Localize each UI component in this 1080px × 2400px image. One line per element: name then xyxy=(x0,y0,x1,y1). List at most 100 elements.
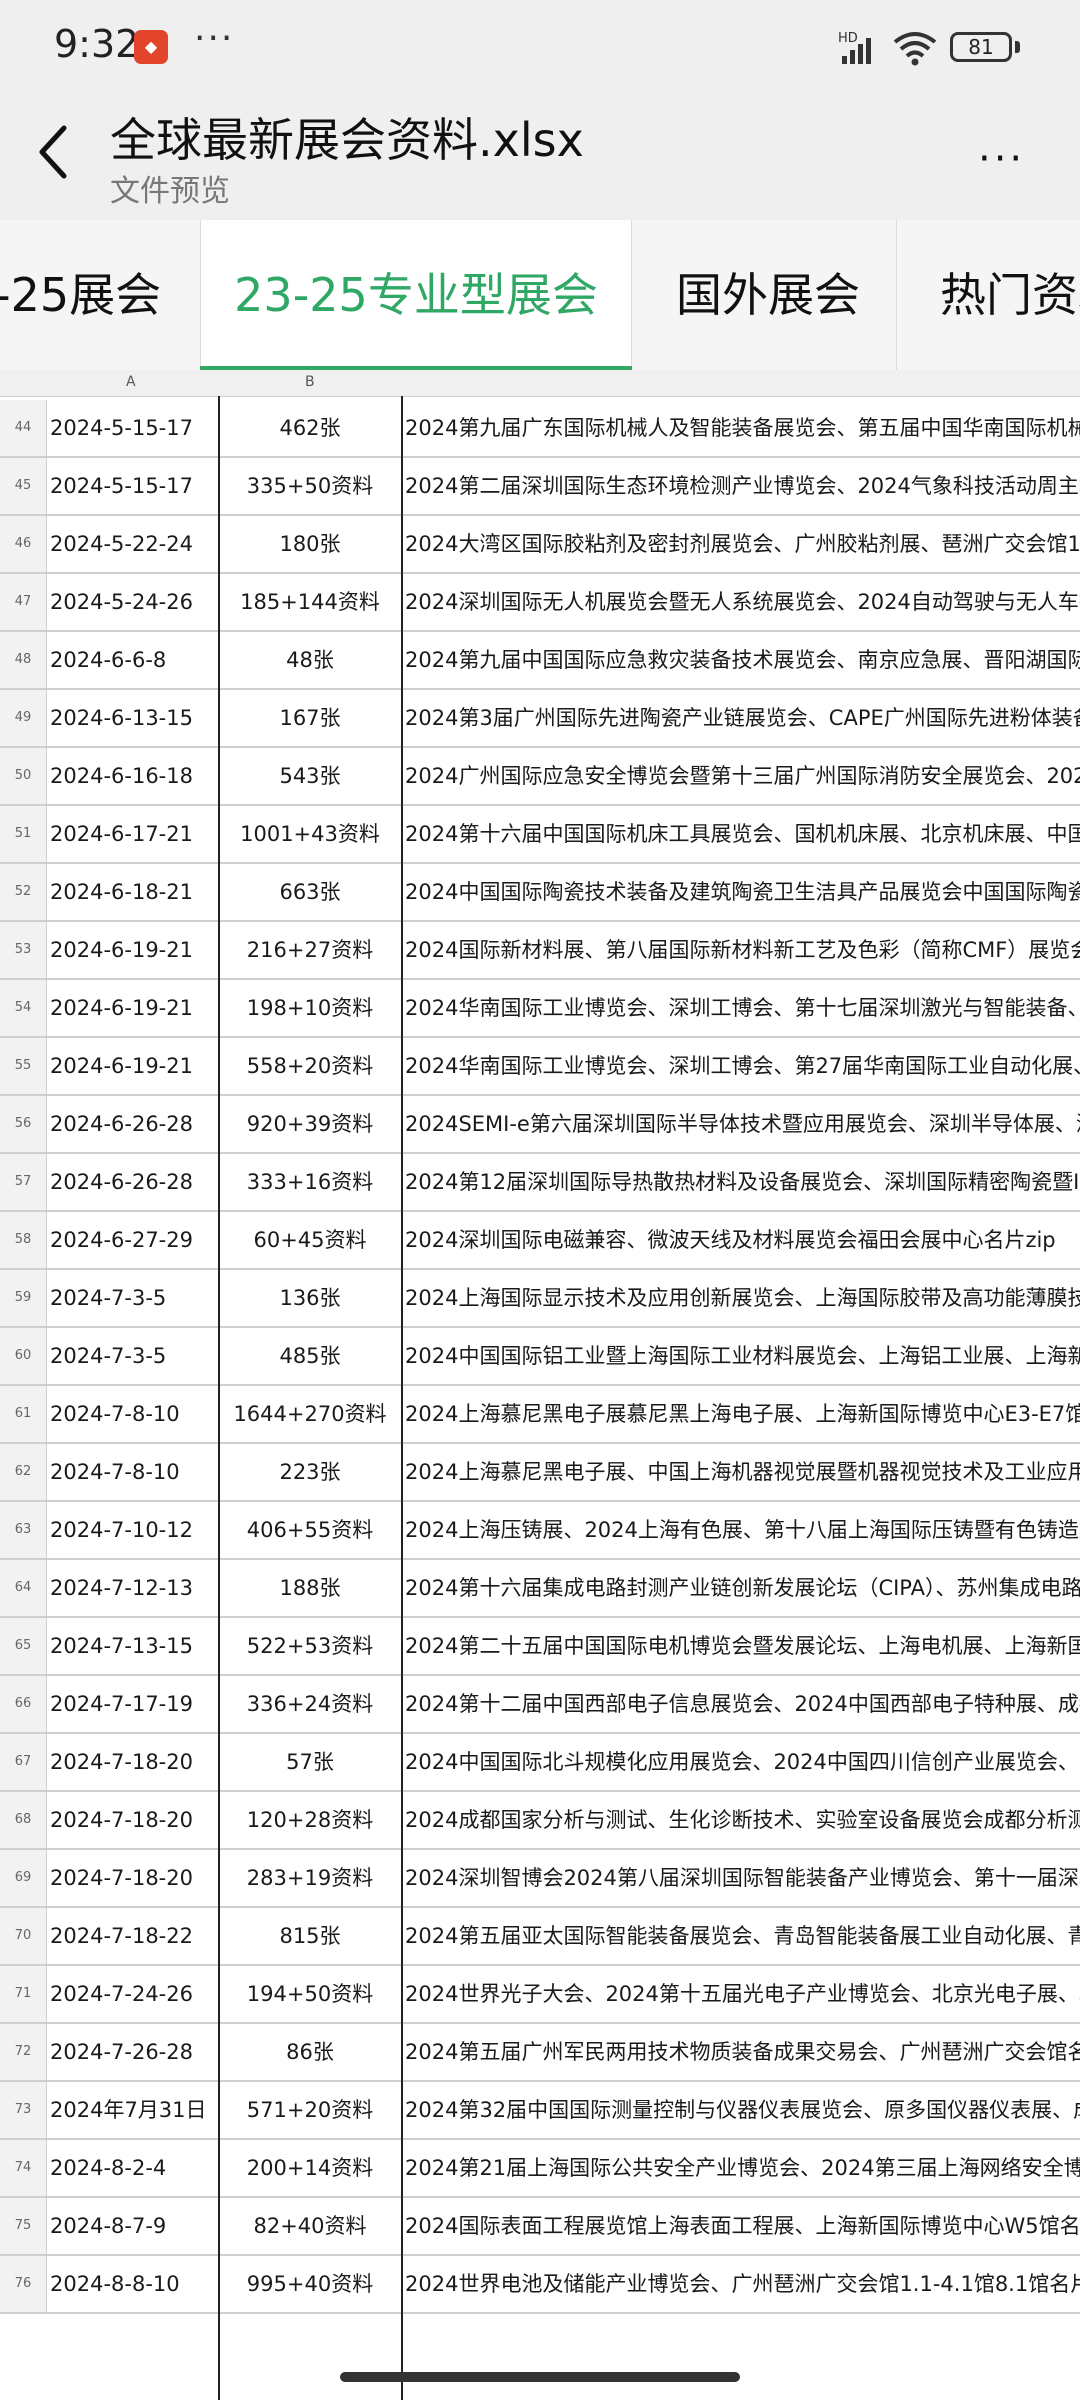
cell-description[interactable]: 2024国际表面工程展览馆上海表面工程展、上海新国际博览中心W5馆名片zi xyxy=(405,2198,1080,2254)
cell-description[interactable]: 2024中国国际铝工业暨上海国际工业材料展览会、上海铝工业展、上海新国际 xyxy=(405,1328,1080,1384)
table-row[interactable]: 46 2024-5-22-24 180张 2024大湾区国际胶粘剂及密封剂展览会、广州… xyxy=(0,516,1080,574)
cell-date[interactable]: 2024-6-27-29 xyxy=(50,1212,218,1268)
cell-date[interactable]: 2024-8-8-10 xyxy=(50,2256,218,2312)
cell-description[interactable]: 2024世界光子大会、2024第十五届光电子产业博览会、北京光电子展、北京 xyxy=(405,1966,1080,2022)
table-row[interactable]: 60 2024-7-3-5 485张 2024中国国际铝工业暨上海国际工业材料展览会、… xyxy=(0,1328,1080,1386)
cell-count[interactable]: 216+27资料 xyxy=(220,922,400,978)
table-row[interactable]: 55 2024-6-19-21 558+20资料 2024华南国际工业博览会、深圳工博… xyxy=(0,1038,1080,1096)
cell-description[interactable]: 2024第五届广州军民两用技术物质装备成果交易会、广州琶洲广交会馆名片zi xyxy=(405,2024,1080,2080)
table-row[interactable]: 45 2024-5-15-17 335+50资料 2024第二届深圳国际生态环境检测产… xyxy=(0,458,1080,516)
cell-count[interactable]: 167张 xyxy=(220,690,400,746)
table-row[interactable]: 64 2024-7-12-13 188张 2024第十六届集成电路封测产业链创新发展论… xyxy=(0,1560,1080,1618)
table-row[interactable]: 70 2024-7-18-22 815张 2024第五届亚太国际智能装备展览会、青岛智… xyxy=(0,1908,1080,1966)
cell-description[interactable]: 2024华南国际工业博览会、深圳工博会、第27届华南国际工业自动化展、华南 xyxy=(405,1038,1080,1094)
tab-sheet-2-active[interactable]: 23-25专业型展会 xyxy=(200,220,632,370)
cell-description[interactable]: 2024华南国际工业博览会、深圳工博会、第十七届深圳激光与智能装备、光子 xyxy=(405,980,1080,1036)
cell-count[interactable]: 995+40资料 xyxy=(220,2256,400,2312)
cell-date[interactable]: 2024-6-13-15 xyxy=(50,690,218,746)
table-row[interactable]: 75 2024-8-7-9 82+40资料 2024国际表面工程展览馆上海表面工程展、… xyxy=(0,2198,1080,2256)
cell-description[interactable]: 2024深圳国际无人机展览会暨无人系统展览会、2024自动驾驶与无人车技术 xyxy=(405,574,1080,630)
cell-date[interactable]: 2024-6-18-21 xyxy=(50,864,218,920)
back-arrow-icon[interactable] xyxy=(32,122,76,182)
table-row[interactable]: 56 2024-6-26-28 920+39资料 2024SEMI-e第六届深圳国际半… xyxy=(0,1096,1080,1154)
cell-description[interactable]: 2024国际新材料展、第八届国际新材料新工艺及色彩（简称CMF）展览会暨 xyxy=(405,922,1080,978)
cell-count[interactable]: 60+45资料 xyxy=(220,1212,400,1268)
cell-count[interactable]: 198+10资料 xyxy=(220,980,400,1036)
cell-description[interactable]: 2024第二十五届中国国际电机博览会暨发展论坛、上海电机展、上海新国际博 xyxy=(405,1618,1080,1674)
cell-count[interactable]: 333+16资料 xyxy=(220,1154,400,1210)
cell-count[interactable]: 120+28资料 xyxy=(220,1792,400,1848)
cell-count[interactable]: 223张 xyxy=(220,1444,400,1500)
cell-date[interactable]: 2024-7-13-15 xyxy=(50,1618,218,1674)
cell-count[interactable]: 86张 xyxy=(220,2024,400,2080)
cell-description[interactable]: 2024第12届深圳国际导热散热材料及设备展览会、深圳国际精密陶瓷暨IGBT xyxy=(405,1154,1080,1210)
cell-description[interactable]: 2024中国国际陶瓷技术装备及建筑陶瓷卫生洁具产品展览会中国国际陶瓷工业 xyxy=(405,864,1080,920)
table-row[interactable]: 73 2024年7月31日 571+20资料 2024第32届中国国际测量控制与仪器仪… xyxy=(0,2082,1080,2140)
table-row[interactable]: 71 2024-7-24-26 194+50资料 2024世界光子大会、2024第十五… xyxy=(0,1966,1080,2024)
cell-date[interactable]: 2024-7-3-5 xyxy=(50,1270,218,1326)
cell-count[interactable]: 1001+43资料 xyxy=(220,806,400,862)
cell-date[interactable]: 2024-5-15-17 xyxy=(50,458,218,514)
table-row[interactable]: 68 2024-7-18-20 120+28资料 2024成都国家分析与测试、生化诊断… xyxy=(0,1792,1080,1850)
table-row[interactable]: 52 2024-6-18-21 663张 2024中国国际陶瓷技术装备及建筑陶瓷卫生洁… xyxy=(0,864,1080,922)
table-row[interactable]: 58 2024-6-27-29 60+45资料 2024深圳国际电磁兼容、微波天线及材… xyxy=(0,1212,1080,1270)
table-row[interactable]: 47 2024-5-24-26 185+144资料 2024深圳国际无人机展览会暨无人… xyxy=(0,574,1080,632)
cell-description[interactable]: 2024大湾区国际胶粘剂及密封剂展览会、广州胶粘剂展、琶洲广交会馆19.1馆 xyxy=(405,516,1080,572)
cell-description[interactable]: 2024第十二届中国西部电子信息展览会、2024中国西部电子特种展、成都电 xyxy=(405,1676,1080,1732)
cell-date[interactable]: 2024-7-10-12 xyxy=(50,1502,218,1558)
cell-date[interactable]: 2024-6-19-21 xyxy=(50,1038,218,1094)
cell-date[interactable]: 2024-6-26-28 xyxy=(50,1096,218,1152)
cell-date[interactable]: 2024-7-18-20 xyxy=(50,1734,218,1790)
table-row[interactable]: 65 2024-7-13-15 522+53资料 2024第二十五届中国国际电机博览会… xyxy=(0,1618,1080,1676)
cell-description[interactable]: 2024第九届中国国际应急救灾装备技术展览会、南京应急展、晋阳湖国际会议 xyxy=(405,632,1080,688)
cell-count[interactable]: 571+20资料 xyxy=(220,2082,400,2138)
table-row[interactable]: 44 2024-5-15-17 462张 2024第九届广东国际机械人及智能装备展览会… xyxy=(0,400,1080,458)
cell-count[interactable]: 522+53资料 xyxy=(220,1618,400,1674)
cell-date[interactable]: 2024-7-8-10 xyxy=(50,1386,218,1442)
cell-count[interactable]: 406+55资料 xyxy=(220,1502,400,1558)
cell-count[interactable]: 194+50资料 xyxy=(220,1966,400,2022)
cell-date[interactable]: 2024-7-18-20 xyxy=(50,1850,218,1906)
cell-count[interactable]: 48张 xyxy=(220,632,400,688)
cell-date[interactable]: 2024-7-24-26 xyxy=(50,1966,218,2022)
table-row[interactable]: 76 2024-8-8-10 995+40资料 2024世界电池及储能产业博览会、广州… xyxy=(0,2256,1080,2314)
cell-count[interactable]: 920+39资料 xyxy=(220,1096,400,1152)
cell-count[interactable]: 283+19资料 xyxy=(220,1850,400,1906)
table-row[interactable]: 69 2024-7-18-20 283+19资料 2024深圳智博会2024第八届深圳… xyxy=(0,1850,1080,1908)
table-row[interactable]: 53 2024-6-19-21 216+27资料 2024国际新材料展、第八届国际新材… xyxy=(0,922,1080,980)
table-row[interactable]: 51 2024-6-17-21 1001+43资料 2024第十六届中国国际机床工具展… xyxy=(0,806,1080,864)
home-indicator[interactable] xyxy=(340,2372,740,2382)
table-row[interactable]: 72 2024-7-26-28 86张 2024第五届广州军民两用技术物质装备成果交易… xyxy=(0,2024,1080,2082)
table-row[interactable]: 66 2024-7-17-19 336+24资料 2024第十二届中国西部电子信息展览… xyxy=(0,1676,1080,1734)
table-row[interactable]: 49 2024-6-13-15 167张 2024第3届广州国际先进陶瓷产业链展览会、… xyxy=(0,690,1080,748)
cell-description[interactable]: 2024上海国际显示技术及应用创新展览会、上海国际胶带及高功能薄膜技术展 xyxy=(405,1270,1080,1326)
table-row[interactable]: 50 2024-6-16-18 543张 2024广州国际应急安全博览会暨第十三届广州… xyxy=(0,748,1080,806)
cell-date[interactable]: 2024-8-7-9 xyxy=(50,2198,218,2254)
cell-description[interactable]: 2024成都国家分析与测试、生化诊断技术、实验室设备展览会成都分析测试展 xyxy=(405,1792,1080,1848)
cell-date[interactable]: 2024-5-22-24 xyxy=(50,516,218,572)
cell-count[interactable]: 1644+270资料 xyxy=(220,1386,400,1442)
cell-description[interactable]: 2024第九届广东国际机械人及智能装备展览会、第五届中国华南国际机械人与 xyxy=(405,400,1080,456)
cell-description[interactable]: 2024第二届深圳国际生态环境检测产业博览会、2024气象科技活动周主场活 xyxy=(405,458,1080,514)
table-row[interactable]: 74 2024-8-2-4 200+14资料 2024第21届上海国际公共安全产业博览… xyxy=(0,2140,1080,2198)
cell-description[interactable]: 2024第32届中国国际测量控制与仪器仪表展览会、原多国仪器仪表展、成都 xyxy=(405,2082,1080,2138)
table-row[interactable]: 59 2024-7-3-5 136张 2024上海国际显示技术及应用创新展览会、上海国… xyxy=(0,1270,1080,1328)
cell-count[interactable]: 558+20资料 xyxy=(220,1038,400,1094)
cell-date[interactable]: 2024-6-19-21 xyxy=(50,922,218,978)
cell-count[interactable]: 543张 xyxy=(220,748,400,804)
cell-description[interactable]: 2024上海慕尼黑电子展慕尼黑上海电子展、上海新国际博览中心E3-E7馆N4- xyxy=(405,1386,1080,1442)
cell-description[interactable]: 2024第21届上海国际公共安全产业博览会、2024第三届上海网络安全博览会 xyxy=(405,2140,1080,2196)
column-header-a[interactable]: A xyxy=(126,374,136,390)
cell-date[interactable]: 2024-6-26-28 xyxy=(50,1154,218,1210)
cell-count[interactable]: 663张 xyxy=(220,864,400,920)
cell-count[interactable]: 462张 xyxy=(220,400,400,456)
table-row[interactable]: 61 2024-7-8-10 1644+270资料 2024上海慕尼黑电子展慕尼黑上海… xyxy=(0,1386,1080,1444)
spreadsheet-grid[interactable]: 44 2024-5-15-17 462张 2024第九届广东国际机械人及智能装备展览会… xyxy=(0,396,1080,2400)
cell-date[interactable]: 2024-7-18-20 xyxy=(50,1792,218,1848)
cell-date[interactable]: 2024-7-12-13 xyxy=(50,1560,218,1616)
tab-sheet-1[interactable]: -25展会 xyxy=(0,220,194,370)
cell-description[interactable]: 2024深圳智博会2024第八届深圳国际智能装备产业博览会、第十一届深圳国 xyxy=(405,1850,1080,1906)
cell-date[interactable]: 2024-6-19-21 xyxy=(50,980,218,1036)
cell-description[interactable]: 2024深圳国际电磁兼容、微波天线及材料展览会福田会展中心名片zip xyxy=(405,1212,1080,1268)
cell-count[interactable]: 185+144资料 xyxy=(220,574,400,630)
